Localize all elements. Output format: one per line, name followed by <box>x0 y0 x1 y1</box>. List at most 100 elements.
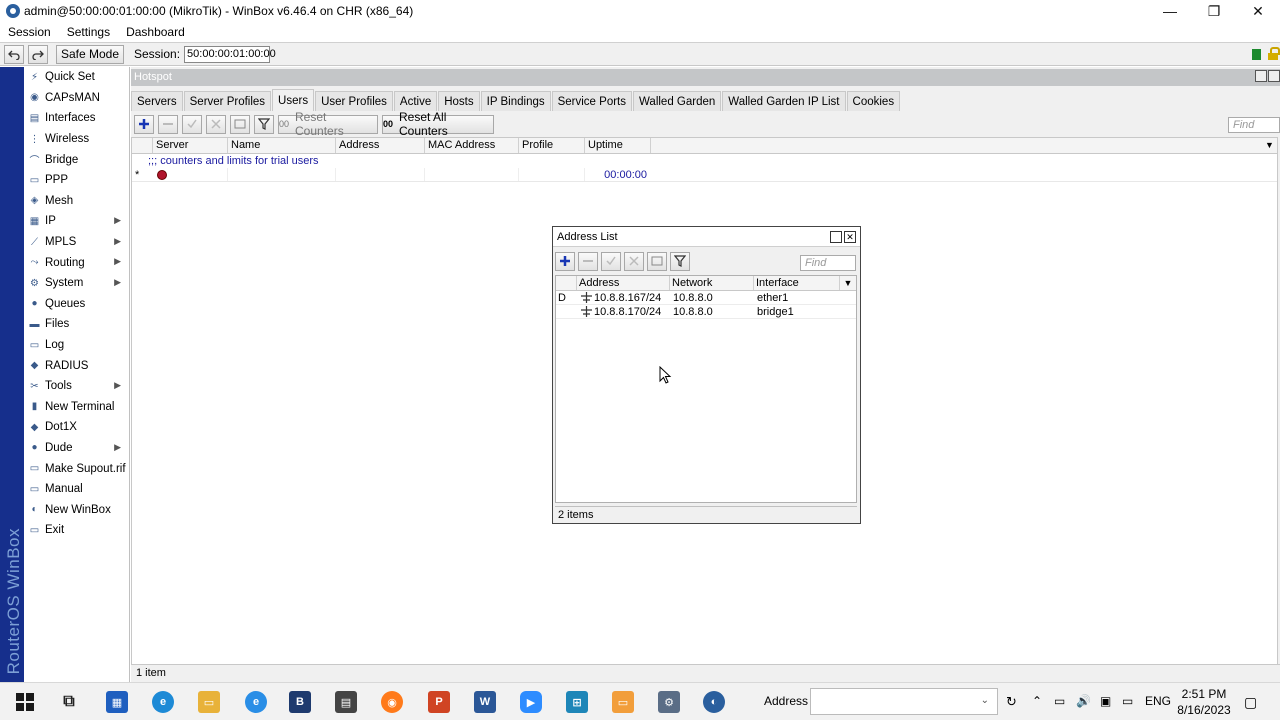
menu-session[interactable]: Session <box>0 25 59 39</box>
menu-settings[interactable]: Settings <box>59 25 118 39</box>
calendar-app-icon[interactable]: ▤ <box>335 691 357 713</box>
network-app-icon[interactable]: ⊞ <box>566 691 588 713</box>
tab-servers[interactable]: Servers <box>131 91 183 111</box>
column-menu-icon[interactable]: ▼ <box>840 276 856 290</box>
winbox-taskbar-icon[interactable]: ◐ <box>703 691 725 713</box>
tab-server-profiles[interactable]: Server Profiles <box>183 91 272 111</box>
sidebar-item-ip[interactable]: ▦ IP ▶ <box>24 211 129 232</box>
redo-button[interactable] <box>28 44 48 64</box>
undo-button[interactable] <box>4 44 24 64</box>
slides-app-icon[interactable]: ▭ <box>612 691 634 713</box>
sidebar-item-bridge[interactable]: ⌒ Bridge <box>24 149 129 170</box>
tab-ip-bindings[interactable]: IP Bindings <box>480 91 551 111</box>
enable-address-button[interactable] <box>601 251 621 271</box>
windows-start-icon[interactable] <box>14 691 36 713</box>
sidebar-item-radius[interactable]: ◆ RADIUS <box>24 355 129 376</box>
sidebar-item-exit[interactable]: ▭ Exit <box>24 520 129 541</box>
comment-button[interactable] <box>230 114 250 134</box>
refresh-icon[interactable]: ↻ <box>1006 694 1017 710</box>
find-input[interactable]: Find <box>1228 117 1280 133</box>
sidebar-item-wireless[interactable]: ⋮ Wireless <box>24 129 129 150</box>
language-indicator[interactable]: ENG <box>1145 694 1171 708</box>
file-explorer-icon[interactable]: ▭ <box>198 691 220 713</box>
reset-counters-button[interactable]: 00 Reset Counters <box>278 110 378 138</box>
dialog-maximize-icon[interactable] <box>830 231 842 243</box>
tab-hosts[interactable]: Hosts <box>438 91 480 111</box>
menu-dashboard[interactable]: Dashboard <box>118 25 193 39</box>
enable-button[interactable] <box>182 114 202 134</box>
edge-icon[interactable]: e <box>152 691 174 713</box>
column-menu-icon[interactable]: ▼ <box>1265 138 1277 153</box>
sidebar-item-capsman[interactable]: ◉ CAPsMAN <box>24 88 129 109</box>
powerpoint-icon[interactable]: P <box>428 691 450 713</box>
store-icon[interactable]: ▦ <box>106 691 128 713</box>
column-uptime[interactable]: Uptime <box>585 138 651 153</box>
sidebar-item-mpls[interactable]: ⟋ MPLS ▶ <box>24 232 129 253</box>
tab-service-ports[interactable]: Service Ports <box>551 91 632 111</box>
sidebar-item-queues[interactable]: ● Queues <box>24 294 129 315</box>
monitor-tray-icon[interactable]: ▭ <box>1122 694 1133 708</box>
table-row[interactable]: * 00:00:00 <box>132 168 1277 182</box>
remove-address-button[interactable] <box>578 251 598 271</box>
column-mac-address[interactable]: MAC Address <box>425 138 519 153</box>
word-icon[interactable]: W <box>474 691 496 713</box>
internet-explorer-icon[interactable]: e <box>245 691 267 713</box>
add-address-button[interactable] <box>555 251 575 271</box>
b-app-icon[interactable]: B <box>289 691 311 713</box>
column-network[interactable]: Network <box>670 276 754 290</box>
tab-users[interactable]: Users <box>272 89 315 111</box>
sidebar-item-make-supout-rif[interactable]: ▭ Make Supout.rif <box>24 458 129 479</box>
tab-active[interactable]: Active <box>393 91 438 111</box>
column-server[interactable]: Server <box>153 138 228 153</box>
session-field[interactable]: 50:00:00:01:00:00 <box>184 45 276 63</box>
firefox-icon[interactable]: ◉ <box>381 691 403 713</box>
sidebar-item-new-winbox[interactable]: ◐ New WinBox <box>24 499 129 520</box>
chevron-up-icon[interactable]: ⌃ <box>1032 694 1042 708</box>
reset-all-counters-button[interactable]: 00 Reset All Counters <box>382 110 494 138</box>
sidebar-item-system[interactable]: ⚙ System ▶ <box>24 273 129 294</box>
maximize-button[interactable]: ❐ <box>1192 0 1236 22</box>
address-toolbar-input[interactable]: ⌄ <box>810 688 998 715</box>
sidebar-item-manual[interactable]: ▭ Manual <box>24 479 129 500</box>
chevron-down-icon[interactable]: ⌄ <box>981 695 989 706</box>
task-view-icon[interactable]: ⧉ <box>58 691 80 713</box>
add-button[interactable] <box>134 114 154 134</box>
sidebar-item-mesh[interactable]: ◈ Mesh <box>24 191 129 212</box>
sidebar-item-dude[interactable]: ● Dude ▶ <box>24 438 129 459</box>
column-profile[interactable]: Profile <box>519 138 585 153</box>
filter-address-button[interactable] <box>670 251 690 271</box>
sidebar-item-files[interactable]: ▬ Files <box>24 314 129 335</box>
tab-walled-garden[interactable]: Walled Garden <box>633 91 722 111</box>
remove-button[interactable] <box>158 114 178 134</box>
maximize-pane-icon[interactable] <box>1255 70 1267 82</box>
filter-button[interactable] <box>254 114 274 134</box>
clock[interactable]: 2:51 PM 8/16/2023 <box>1176 686 1232 718</box>
tab-walled-garden-ip-list[interactable]: Walled Garden IP List <box>722 91 846 111</box>
network-tray-icon[interactable]: ▭ <box>1054 694 1065 708</box>
volume-icon[interactable]: 🔊 <box>1076 694 1091 708</box>
column-interface[interactable]: Interface <box>754 276 840 290</box>
close-pane-icon[interactable] <box>1268 70 1280 82</box>
sidebar-item-routing[interactable]: ⤳ Routing ▶ <box>24 252 129 273</box>
sidebar-item-dot1x[interactable]: ◆ Dot1X <box>24 417 129 438</box>
column-address[interactable]: Address <box>336 138 425 153</box>
minimize-button[interactable]: — <box>1148 0 1192 22</box>
safe-mode-button[interactable]: Safe Mode <box>56 44 124 64</box>
tab-user-profiles[interactable]: User Profiles <box>315 91 393 111</box>
dialog-close-icon[interactable]: ✕ <box>844 231 856 243</box>
disable-button[interactable] <box>206 114 226 134</box>
sidebar-item-quick-set[interactable]: ⚡ Quick Set <box>24 67 129 88</box>
address-row[interactable]: 10.8.8.170/24 10.8.8.0 bridge1 <box>556 305 856 319</box>
address-row[interactable]: D 10.8.8.167/24 10.8.8.0 ether1 <box>556 291 856 305</box>
column-name[interactable]: Name <box>228 138 336 153</box>
zoom-icon[interactable]: ▶ <box>520 691 542 713</box>
sidebar-item-log[interactable]: ▭ Log <box>24 335 129 356</box>
notifications-icon[interactable]: ▢ <box>1244 694 1257 711</box>
remote-app-icon[interactable]: ⚙ <box>658 691 680 713</box>
comment-address-button[interactable] <box>647 251 667 271</box>
dialog-title-bar[interactable]: Address List ✕ <box>553 227 860 247</box>
column-address[interactable]: Address <box>577 276 670 290</box>
disable-address-button[interactable] <box>624 251 644 271</box>
sidebar-item-tools[interactable]: ✂ Tools ▶ <box>24 376 129 397</box>
sidebar-item-new-terminal[interactable]: ▮ New Terminal <box>24 397 129 418</box>
